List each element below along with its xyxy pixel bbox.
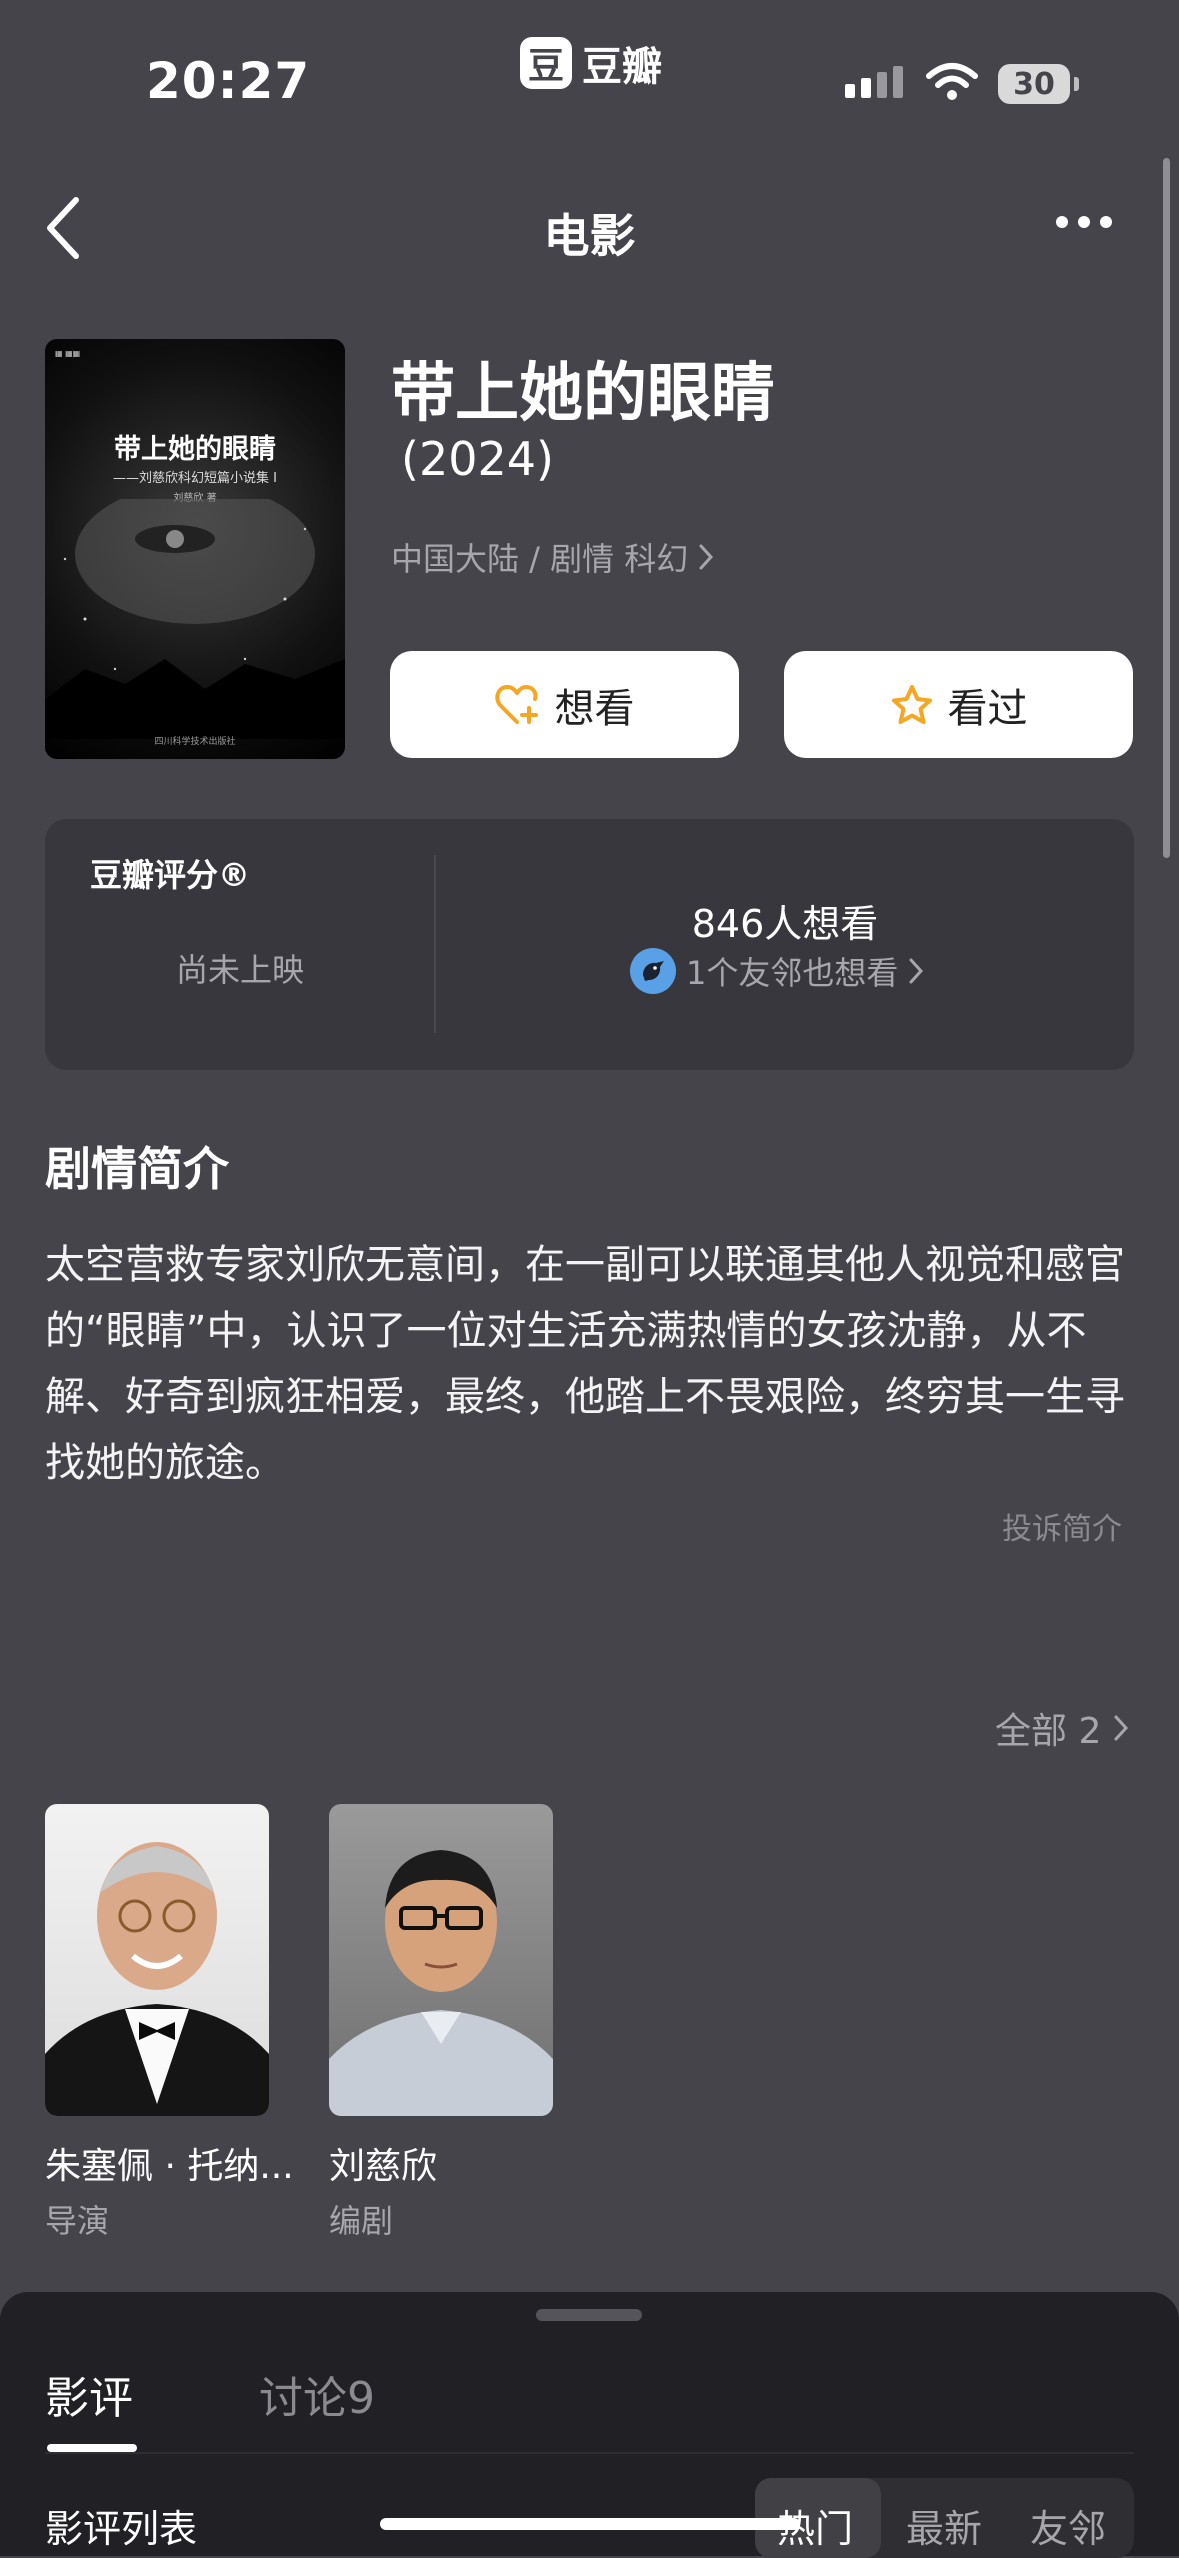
star-icon <box>891 684 932 724</box>
chevron-right-icon <box>699 544 714 570</box>
crew-photo-writer[interactable] <box>329 1804 553 2116</box>
crew-all-label: 全部 2 <box>995 1711 1102 1752</box>
person-portrait <box>45 1842 269 2116</box>
sort-friends[interactable]: 友邻 <box>1030 2498 1106 2553</box>
scrollbar[interactable] <box>1163 158 1170 858</box>
crew-name-writer[interactable]: 刘慈欣 <box>329 2137 437 2189</box>
friends-text: 1个友邻也想看 <box>686 954 899 992</box>
crew-role-director: 导演 <box>45 2202 110 2240</box>
person-portrait <box>329 1850 553 2116</box>
synopsis-body: 太空营救专家刘欣无意间，在一副可以联通其他人视觉和感官的“眼睛”中，认识了一位对… <box>45 1242 1125 1486</box>
chevron-right-icon <box>909 958 924 984</box>
movie-poster[interactable]: ▦ ▦▦ 带上她的眼睛 ——刘慈欣科幻短篇小说集 I 刘慈欣 著 四川科学技术出… <box>45 339 345 759</box>
poster-subtitle: ——刘慈欣科幻短篇小说集 I <box>113 471 277 486</box>
signal-icon <box>845 66 903 98</box>
wish-count: 846人想看 <box>691 902 879 946</box>
app-name: 豆瓣 <box>582 44 662 90</box>
friend-avatar <box>630 948 676 994</box>
rating-status: 尚未上映 <box>175 951 304 989</box>
wish-button[interactable]: 想看 <box>390 651 739 758</box>
movie-year: (2024) <box>401 432 554 486</box>
douban-logo-icon: 豆 <box>520 37 572 89</box>
crew-photo-director[interactable] <box>45 1804 269 2116</box>
movie-meta: 中国大陆 / 剧情 科幻 <box>391 540 689 578</box>
poster-publisher: 四川科学技术出版社 <box>154 737 236 747</box>
chevron-right-icon <box>1114 1715 1129 1741</box>
friends-wish-link[interactable]: 1个友邻也想看 <box>630 948 924 994</box>
wifi-icon <box>926 63 978 100</box>
tab-reviews[interactable]: 影评 <box>45 2362 133 2426</box>
heart-plus-icon <box>494 684 538 724</box>
bird-icon <box>643 961 664 981</box>
status-time: 20:27 <box>146 52 311 110</box>
crew-role-writer: 编剧 <box>329 2202 394 2240</box>
synopsis-heading: 剧情简介 <box>45 1142 229 1196</box>
poster-publisher-logo: ▦ ▦▦ <box>55 349 81 358</box>
tab-discussion[interactable]: 讨论9 <box>259 2362 375 2426</box>
crew-all-link[interactable]: 全部 2 <box>995 1702 1129 1754</box>
sort-latest[interactable]: 最新 <box>906 2498 982 2553</box>
app-badge: 豆 豆瓣 <box>520 34 662 92</box>
sheet-divider <box>45 2452 1134 2454</box>
seen-label: 看过 <box>947 685 1028 732</box>
home-indicator[interactable] <box>380 2518 800 2530</box>
more-dots-icon[interactable] <box>1056 216 1112 228</box>
movie-meta-link[interactable]: 中国大陆 / 剧情 科幻 <box>391 534 714 580</box>
sheet-drag-handle[interactable] <box>536 2309 642 2321</box>
crew-name-director[interactable]: 朱塞佩 · 托纳... <box>45 2137 294 2189</box>
page-title: 电影 <box>543 209 636 263</box>
seen-button[interactable]: 看过 <box>784 651 1133 758</box>
report-synopsis-link[interactable]: 投诉简介 <box>1002 1504 1122 1548</box>
poster-title: 带上她的眼睛 <box>114 434 276 465</box>
review-list-label: 影评列表 <box>45 2507 198 2551</box>
wish-label: 想看 <box>554 685 635 732</box>
rating-label: 豆瓣评分® <box>90 856 251 894</box>
battery-icon: 30 <box>998 64 1070 104</box>
active-tab-indicator <box>47 2444 137 2452</box>
battery-tip <box>1074 77 1079 91</box>
poster-artwork <box>45 499 345 739</box>
movie-title: 带上她的眼睛 <box>391 357 775 431</box>
